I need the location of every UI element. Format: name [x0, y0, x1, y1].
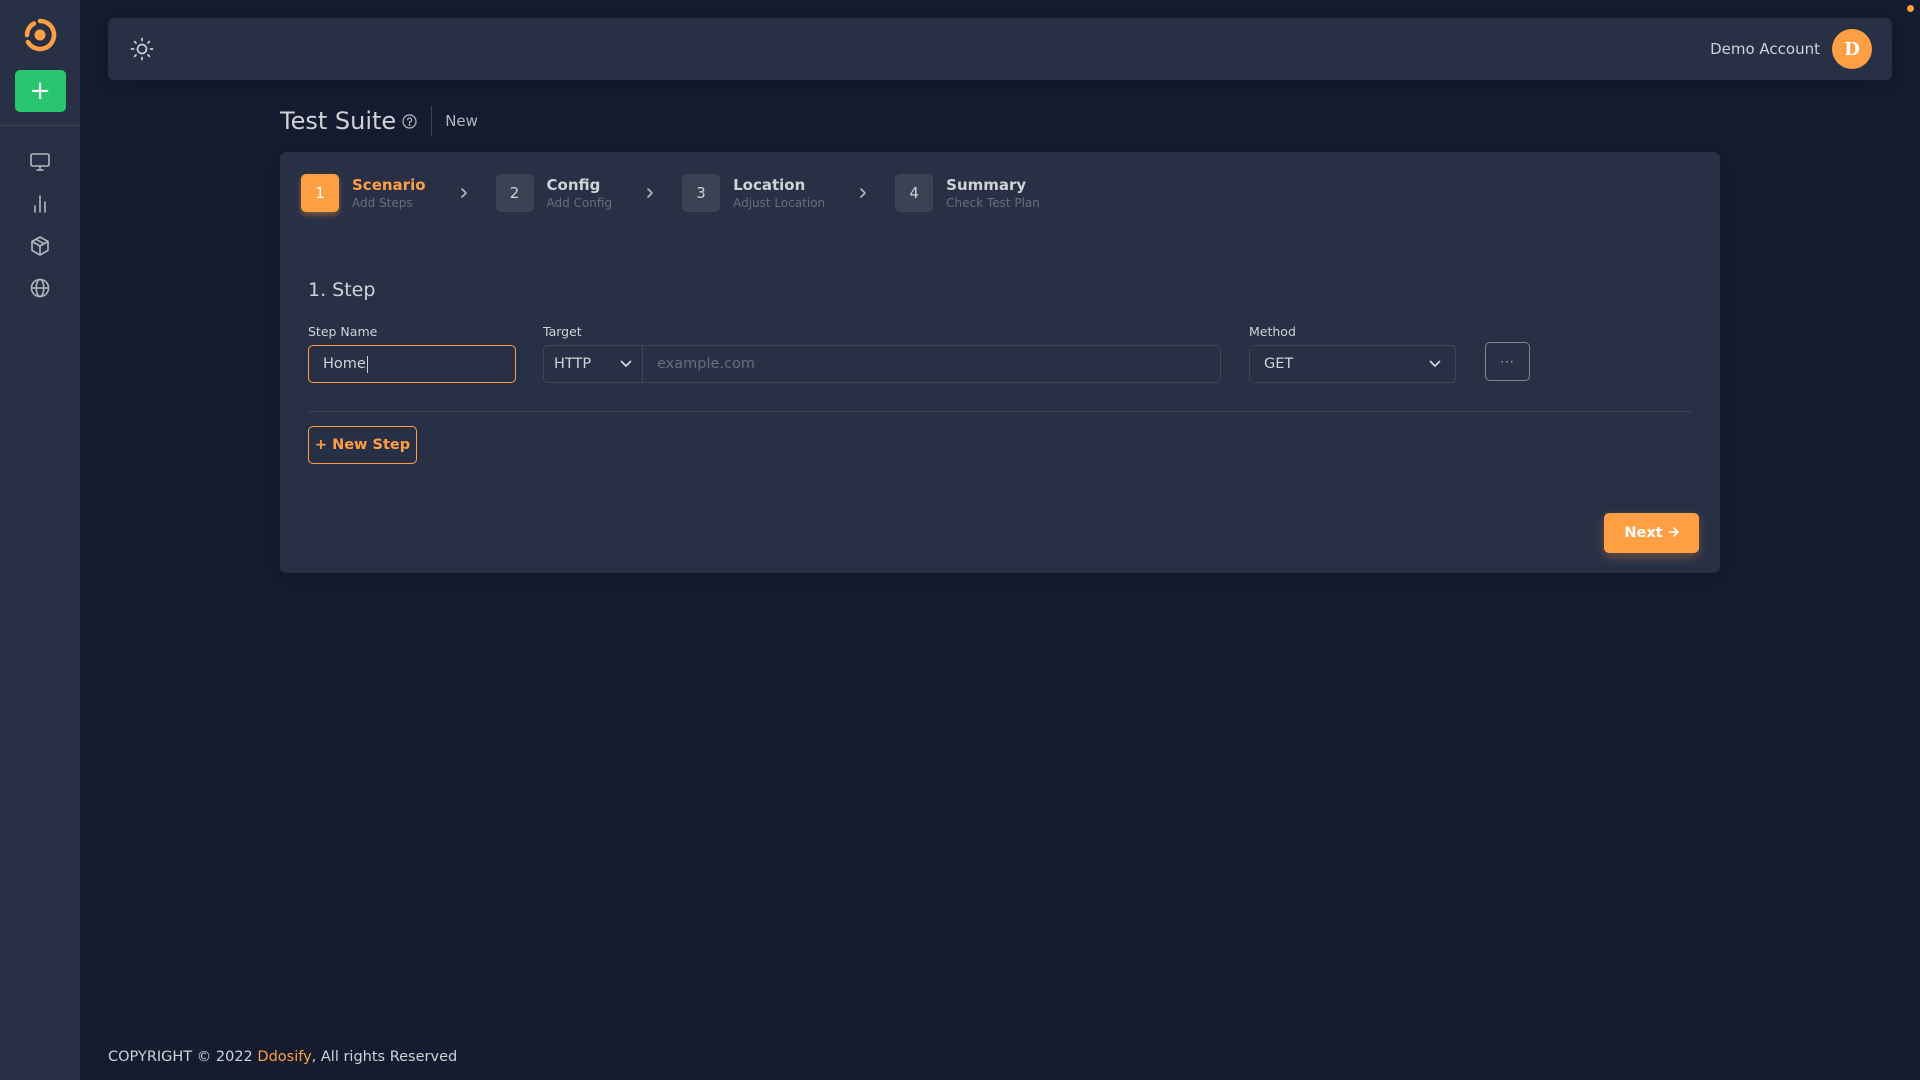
- protocol-value: HTTP: [554, 356, 592, 372]
- bar-chart-icon[interactable]: [29, 194, 51, 214]
- step-subtitle: Check Test Plan: [946, 196, 1040, 210]
- top-navbar: Demo Account D: [108, 18, 1892, 80]
- step-config[interactable]: 2 Config Add Config: [495, 174, 613, 212]
- footer: COPYRIGHT © 2022 Ddosify, All rights Res…: [108, 1049, 457, 1065]
- method-select[interactable]: GET: [1249, 345, 1456, 383]
- sidebar: +: [0, 0, 80, 1080]
- next-label: Next: [1624, 525, 1663, 541]
- target-url-input[interactable]: example.com: [642, 345, 1221, 383]
- notification-dot: [1907, 5, 1914, 12]
- target-url-placeholder: example.com: [657, 356, 755, 372]
- step-heading: 1. Step: [308, 279, 376, 301]
- new-step-button[interactable]: + New Step: [308, 426, 417, 464]
- page-heading: Test Suite New: [280, 106, 478, 136]
- sidebar-divider: [0, 125, 80, 126]
- step-title: Location: [733, 176, 806, 194]
- step-subtitle: Adjust Location: [733, 196, 826, 210]
- step-name-label: Step Name: [308, 324, 378, 339]
- heading-separator: [431, 106, 433, 136]
- globe-icon[interactable]: [29, 278, 51, 298]
- step-name-value: Home: [323, 356, 366, 372]
- step-subtitle: Add Steps: [352, 196, 413, 210]
- text-caret: [366, 355, 368, 373]
- chevron-down-icon: [1429, 356, 1441, 372]
- method-label: Method: [1249, 324, 1296, 339]
- wizard-card: 1 Scenario Add Steps 2 Config Add Config…: [280, 152, 1720, 573]
- step-title: Summary: [946, 176, 1027, 194]
- step-name-input[interactable]: Home: [308, 345, 516, 383]
- protocol-select[interactable]: HTTP: [543, 345, 643, 383]
- chevron-right-icon: [636, 187, 664, 199]
- page-title: Test Suite: [280, 107, 397, 135]
- ddosify-logo-icon[interactable]: [23, 18, 57, 52]
- sun-icon[interactable]: [128, 35, 156, 63]
- monitor-icon[interactable]: [29, 152, 51, 172]
- box-icon[interactable]: [29, 236, 51, 256]
- step-number: 3: [682, 174, 721, 212]
- step-number: 4: [895, 174, 934, 212]
- form-divider: [308, 411, 1692, 412]
- avatar[interactable]: D: [1832, 29, 1872, 69]
- chevron-down-icon: [620, 356, 632, 372]
- footer-prefix: COPYRIGHT © 2022: [108, 1049, 258, 1065]
- step-number: 2: [495, 174, 534, 212]
- arrow-right-icon: [1667, 525, 1679, 541]
- footer-suffix: , All rights Reserved: [311, 1049, 458, 1065]
- step-location[interactable]: 3 Location Adjust Location: [682, 174, 825, 212]
- step-subtitle: Add Config: [546, 196, 613, 210]
- step-title: Config: [546, 176, 601, 194]
- chevron-right-icon: [450, 187, 478, 199]
- footer-brand-link[interactable]: Ddosify: [257, 1049, 311, 1065]
- step-number: 1: [301, 174, 339, 212]
- target-label: Target: [543, 324, 582, 339]
- user-menu[interactable]: Demo Account D: [1710, 29, 1872, 69]
- new-test-button[interactable]: +: [14, 70, 66, 112]
- more-options-button[interactable]: ···: [1485, 342, 1530, 381]
- step-scenario[interactable]: 1 Scenario Add Steps: [301, 174, 426, 212]
- help-circle-icon[interactable]: [402, 113, 417, 129]
- next-button[interactable]: Next: [1604, 513, 1699, 553]
- step-title: Scenario: [352, 176, 426, 194]
- chevron-right-icon: [849, 187, 877, 199]
- step-summary[interactable]: 4 Summary Check Test Plan: [895, 174, 1040, 212]
- user-name: Demo Account: [1710, 40, 1820, 58]
- method-value: GET: [1264, 356, 1294, 372]
- breadcrumb: New: [445, 112, 478, 130]
- stepper: 1 Scenario Add Steps 2 Config Add Config…: [301, 174, 1040, 212]
